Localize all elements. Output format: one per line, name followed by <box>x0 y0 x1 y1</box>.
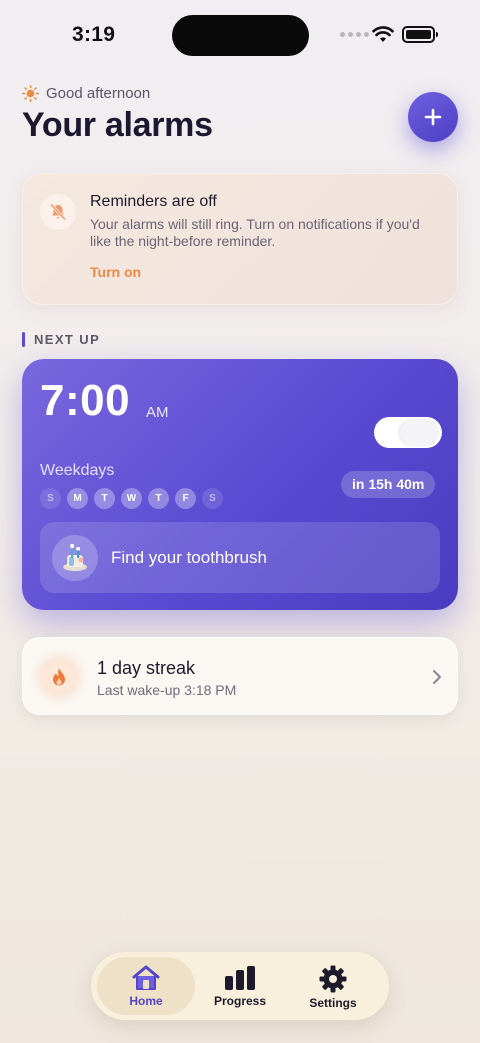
notice-body: Your alarms will still ring. Turn on not… <box>90 216 420 249</box>
battery-icon <box>402 26 438 43</box>
alarm-repeat-label: Weekdays <box>40 462 115 479</box>
alarm-countdown-badge: in 15h 40m <box>341 471 436 498</box>
alarm-time: 7:00 <box>40 376 131 425</box>
status-time: 3:19 <box>72 23 116 46</box>
day-chip-thursday: T <box>148 488 169 509</box>
tab-home-label: Home <box>129 994 163 1008</box>
day-chip-monday: M <box>67 488 88 509</box>
tab-home[interactable]: Home <box>97 957 195 1015</box>
wifi-icon <box>372 26 394 42</box>
toggle-knob <box>400 420 439 445</box>
alarm-period: AM <box>146 404 169 421</box>
toothbrush-icon <box>52 535 98 581</box>
gear-icon <box>319 965 347 993</box>
section-label-text: NEXT UP <box>34 332 101 347</box>
tab-settings-label: Settings <box>309 996 357 1010</box>
cellular-signal-icon <box>340 32 369 37</box>
tab-progress-label: Progress <box>213 994 267 1008</box>
day-chip-tuesday: T <box>94 488 115 509</box>
dynamic-island <box>172 15 309 56</box>
notifications-off-card: Reminders are off Your alarms will still… <box>22 173 458 305</box>
notice-title: Reminders are off <box>90 193 217 210</box>
bell-off-icon <box>40 194 76 230</box>
repeat-days: S M T W T F S <box>40 488 223 509</box>
greeting: Good afternoon <box>22 85 150 102</box>
add-alarm-button[interactable] <box>408 92 458 142</box>
status-bar: 3:19 <box>0 0 480 70</box>
greeting-text: Good afternoon <box>46 85 151 102</box>
alarm-enabled-toggle[interactable] <box>374 417 442 448</box>
tab-progress[interactable]: Progress <box>191 957 289 1015</box>
sun-icon <box>22 85 39 102</box>
streak-card[interactable]: 1 day streak Last wake-up 3:18 PM <box>22 637 458 715</box>
page-title: Your alarms <box>22 106 213 144</box>
streak-title: 1 day streak <box>97 658 196 678</box>
chevron-right-icon <box>433 670 441 684</box>
day-chip-sunday: S <box>40 488 61 509</box>
next-alarm-card[interactable]: 7:00 AM Weekdays S M T W T F S in 15h 40… <box>22 359 458 610</box>
mission-label: Find your toothbrush <box>111 548 267 567</box>
turn-on-notifications-link[interactable]: Turn on <box>90 264 141 280</box>
tab-bar: Home Progress Settings <box>91 952 389 1020</box>
streak-subtitle: Last wake-up 3:18 PM <box>97 682 237 698</box>
day-chip-saturday: S <box>202 488 223 509</box>
wake-mission-row[interactable]: Find your toothbrush <box>40 522 440 593</box>
flame-icon <box>41 659 77 695</box>
next-up-section-label: NEXT UP <box>22 332 100 347</box>
plus-icon <box>424 108 442 126</box>
tab-settings[interactable]: Settings <box>284 957 382 1015</box>
bar-chart-icon <box>225 966 255 990</box>
section-accent-bar <box>22 332 25 347</box>
house-icon <box>132 965 160 990</box>
day-chip-friday: F <box>175 488 196 509</box>
day-chip-wednesday: W <box>121 488 142 509</box>
